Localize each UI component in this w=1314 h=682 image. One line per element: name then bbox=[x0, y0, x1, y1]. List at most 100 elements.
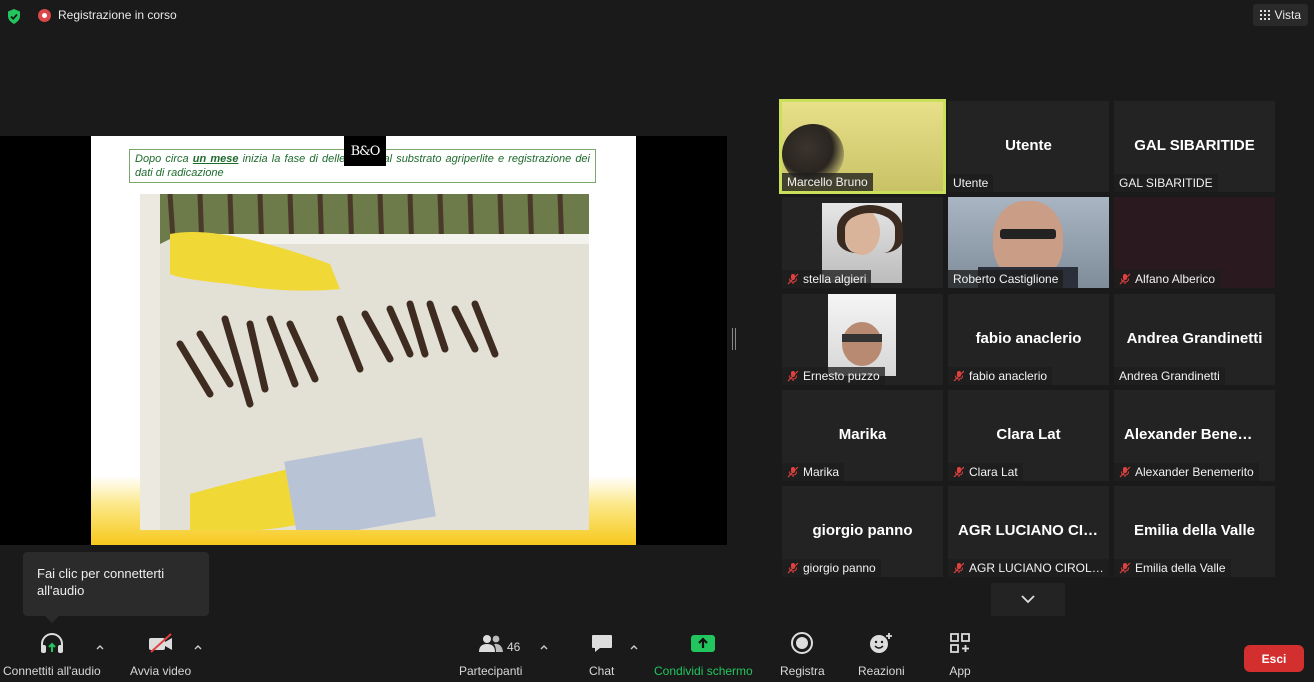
participants-options-caret-icon[interactable] bbox=[539, 642, 549, 652]
connect-audio-button[interactable]: Connettiti all'audio bbox=[3, 628, 101, 682]
shield-check-icon[interactable] bbox=[7, 9, 21, 24]
participant-name-label: Andrea Grandinetti bbox=[1114, 367, 1225, 385]
muted-mic-icon bbox=[1119, 273, 1131, 285]
participant-name: fabio anaclerio bbox=[969, 369, 1048, 383]
participant-name: Andrea Grandinetti bbox=[1119, 369, 1220, 383]
participant-tile[interactable]: GAL SIBARITIDE GAL SIBARITIDE bbox=[1114, 101, 1275, 192]
participant-tile[interactable]: stella algieri bbox=[782, 197, 943, 288]
top-bar: Registrazione in corso Vista bbox=[0, 0, 1314, 32]
participant-name: Clara Lat bbox=[969, 465, 1018, 479]
participant-name: Marcello Bruno bbox=[787, 175, 868, 189]
participant-name: Roberto Castiglione bbox=[953, 272, 1059, 286]
muted-mic-icon bbox=[1119, 562, 1131, 574]
participant-display-name: Emilia della Valle bbox=[1134, 522, 1255, 539]
participant-name-label: AGR LUCIANO CIROLLO bbox=[948, 559, 1109, 577]
participant-display-name: Alexander Benemerito bbox=[1124, 426, 1275, 443]
participant-name-label: GAL SIBARITIDE bbox=[1114, 174, 1218, 192]
start-video-label: Avvia video bbox=[130, 664, 192, 678]
presentation-slide: Dopo circa un mese inizia la fase di del… bbox=[91, 136, 636, 545]
audio-tooltip: Fai clic per connetterti all'audio bbox=[23, 552, 209, 623]
participant-name: giorgio panno bbox=[803, 561, 876, 575]
participant-name: Alexander Benemerito bbox=[1135, 465, 1254, 479]
participant-name-label: stella algieri bbox=[782, 270, 872, 288]
participants-button[interactable]: Partecipanti bbox=[459, 628, 522, 682]
participant-display-name: Andrea Grandinetti bbox=[1126, 330, 1263, 347]
resize-handle[interactable] bbox=[732, 328, 736, 350]
muted-mic-icon bbox=[787, 466, 799, 478]
participant-tile[interactable]: Ernesto puzzo bbox=[782, 294, 943, 385]
participant-name: Utente bbox=[953, 176, 989, 190]
participants-count: 46 bbox=[507, 640, 521, 654]
reactions-button[interactable]: Reazioni bbox=[858, 628, 905, 682]
participant-tile[interactable]: Emilia della Valle Emilia della Valle bbox=[1114, 486, 1275, 577]
apps-label: App bbox=[949, 664, 971, 678]
muted-mic-icon bbox=[953, 466, 965, 478]
participant-tile[interactable]: Andrea Grandinetti Andrea Grandinetti bbox=[1114, 294, 1275, 385]
start-video-button[interactable]: Avvia video bbox=[130, 628, 191, 682]
chat-button[interactable]: Chat bbox=[589, 628, 614, 682]
participant-name-label: Clara Lat bbox=[948, 463, 1023, 481]
participant-tile[interactable]: giorgio panno giorgio panno bbox=[782, 486, 943, 577]
video-options-caret-icon[interactable] bbox=[193, 642, 203, 652]
chevron-down-icon bbox=[1021, 595, 1035, 604]
apps-button[interactable]: App bbox=[949, 628, 971, 682]
participant-tile[interactable]: Marika Marika bbox=[782, 390, 943, 481]
muted-mic-icon bbox=[953, 370, 965, 382]
participant-name-label: Alexander Benemerito bbox=[1114, 463, 1259, 481]
participant-name-label: Utente bbox=[948, 174, 994, 192]
share-screen-icon bbox=[691, 635, 716, 652]
muted-mic-icon bbox=[787, 273, 799, 285]
muted-mic-icon bbox=[787, 370, 799, 382]
chat-options-caret-icon[interactable] bbox=[629, 642, 639, 652]
connect-audio-label: Connettiti all'audio bbox=[3, 664, 101, 678]
chat-label: Chat bbox=[589, 664, 615, 678]
participant-name: GAL SIBARITIDE bbox=[1119, 176, 1213, 190]
participant-tile[interactable]: AGR LUCIANO CIROLLO AGR LUCIANO CIROLLO bbox=[948, 486, 1109, 577]
muted-mic-icon bbox=[953, 562, 965, 574]
participant-tile[interactable]: Alexander Benemerito Alexander Benemerito bbox=[1114, 390, 1275, 481]
participant-tile[interactable]: Clara Lat Clara Lat bbox=[948, 390, 1109, 481]
participant-display-name: fabio anaclerio bbox=[975, 330, 1082, 347]
participant-name-label: Emilia della Valle bbox=[1114, 559, 1231, 577]
slide-photo bbox=[140, 194, 589, 530]
apps-icon bbox=[950, 633, 970, 653]
participant-tile[interactable]: Utente Utente bbox=[948, 101, 1109, 192]
participants-icon bbox=[478, 635, 503, 652]
participant-tile[interactable]: Alfano Alberico bbox=[1114, 197, 1275, 288]
reactions-label: Reazioni bbox=[858, 664, 905, 678]
participant-display-name: giorgio panno bbox=[812, 522, 913, 539]
muted-mic-icon bbox=[787, 562, 799, 574]
participant-name-label: Alfano Alberico bbox=[1114, 270, 1221, 288]
chat-icon bbox=[591, 635, 612, 652]
leave-meeting-button[interactable]: Esci bbox=[1244, 645, 1304, 672]
participant-tile[interactable]: Roberto Castiglione bbox=[948, 197, 1109, 288]
participant-name-label: Ernesto puzzo bbox=[782, 367, 885, 385]
participants-label: Partecipanti bbox=[459, 664, 523, 678]
participant-name: AGR LUCIANO CIROLLO bbox=[969, 561, 1104, 575]
recording-indicator[interactable]: Registrazione in corso bbox=[38, 8, 177, 22]
participant-display-name: Marika bbox=[838, 426, 887, 443]
gallery-next-page-button[interactable] bbox=[991, 583, 1065, 616]
participant-name: Ernesto puzzo bbox=[803, 369, 880, 383]
participant-display-name: Clara Lat bbox=[996, 426, 1061, 443]
view-button[interactable]: Vista bbox=[1252, 4, 1308, 26]
record-icon bbox=[791, 632, 814, 654]
participant-tile[interactable]: fabio anaclerio fabio anaclerio bbox=[948, 294, 1109, 385]
participant-tile[interactable]: Marcello Bruno bbox=[779, 99, 946, 194]
share-screen-label: Condividi schermo bbox=[654, 664, 753, 678]
participant-display-name: AGR LUCIANO CIROLLO bbox=[958, 522, 1109, 539]
record-label: Registra bbox=[780, 664, 825, 678]
share-screen-button[interactable]: Condividi schermo bbox=[654, 628, 753, 682]
participant-name-label: Marika bbox=[782, 463, 845, 481]
participant-name: Alfano Alberico bbox=[1135, 272, 1216, 286]
participant-name-label: Marcello Bruno bbox=[782, 173, 873, 191]
participant-name-label: giorgio panno bbox=[782, 559, 881, 577]
participant-name-label: fabio anaclerio bbox=[948, 367, 1053, 385]
bo-logo: B&O bbox=[344, 136, 386, 166]
participant-display-name: Utente bbox=[1005, 137, 1052, 154]
grid-icon bbox=[1259, 10, 1270, 20]
audio-options-caret-icon[interactable] bbox=[95, 642, 105, 652]
participant-name-label: Roberto Castiglione bbox=[948, 270, 1064, 288]
video-off-icon bbox=[148, 633, 172, 653]
record-button[interactable]: Registra bbox=[780, 628, 825, 682]
